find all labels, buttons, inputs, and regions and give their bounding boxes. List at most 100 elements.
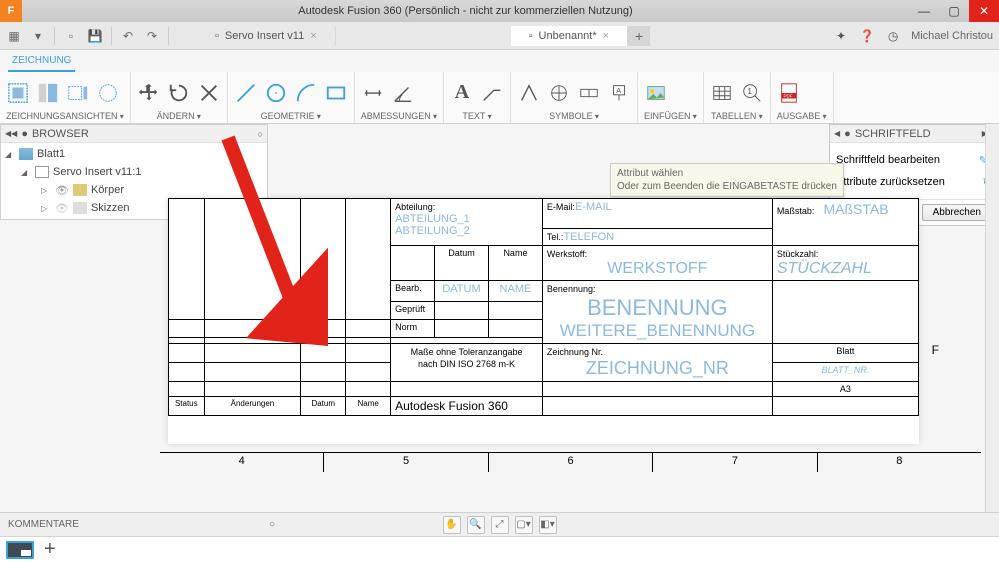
browser-title: BROWSER xyxy=(32,128,254,140)
move-icon[interactable] xyxy=(137,81,161,105)
ruler: 4 5 6 7 8 xyxy=(160,452,981,472)
datum-target-icon[interactable] xyxy=(547,81,571,105)
tree-item-bodies[interactable]: ▷ 👁 Körper xyxy=(1,181,267,199)
massstab-label: Maßstab: xyxy=(777,206,815,216)
clock-icon[interactable]: ◷ xyxy=(885,28,901,44)
visibility-icon[interactable]: 👁 xyxy=(55,202,69,215)
grid-icon[interactable]: ▦ xyxy=(6,28,22,44)
visibility-icon[interactable]: 👁 xyxy=(55,184,69,197)
bearb-name[interactable]: NAME xyxy=(488,281,542,302)
pin-icon[interactable]: ○ xyxy=(258,129,263,139)
werkstoff-value[interactable]: WERKSTOFF xyxy=(607,260,707,277)
ribbon-group-label[interactable]: GEOMETRIE xyxy=(234,111,348,121)
drawing-sheet[interactable]: Abteilung: ABTEILUNG_1 ABTEILUNG_2 E-Mai… xyxy=(168,198,919,444)
zoom-window-icon[interactable]: ⤢ xyxy=(491,516,509,534)
username-label[interactable]: Michael Christou xyxy=(911,30,993,42)
tel-value[interactable]: TELEFON xyxy=(563,231,614,243)
balloon-icon[interactable]: 1 xyxy=(740,81,764,105)
massstab-value[interactable]: MAßSTAB xyxy=(824,201,889,217)
new-icon[interactable]: ▫ xyxy=(63,28,79,44)
tree-toggle-icon[interactable]: ◢ xyxy=(21,168,31,177)
abteilung2-value[interactable]: ABTEILUNG_2 xyxy=(395,225,470,237)
notifications-icon[interactable]: ❓ xyxy=(859,28,875,44)
ribbon-group-label[interactable]: ABMESSUNGEN xyxy=(361,111,437,121)
line-icon[interactable] xyxy=(234,81,258,105)
rect-icon[interactable] xyxy=(324,81,348,105)
display-icon[interactable]: ◧▾ xyxy=(539,516,557,534)
sheet-thumbnail[interactable] xyxy=(6,541,34,559)
save-icon[interactable]: 💾 xyxy=(87,28,103,44)
collapse-icon[interactable]: ◀ xyxy=(834,129,840,138)
new-tab-button[interactable]: + xyxy=(628,26,650,46)
minimize-button[interactable]: — xyxy=(909,0,939,22)
table-icon[interactable] xyxy=(710,81,734,105)
arc-icon[interactable] xyxy=(294,81,318,105)
ribbon-group-label[interactable]: AUSGABE xyxy=(777,111,827,121)
tab-close-icon[interactable]: × xyxy=(603,30,609,42)
ribbon-tab-zeichnung[interactable]: ZEICHNUNG xyxy=(8,51,75,72)
fit-icon[interactable]: ▢▾ xyxy=(515,516,533,534)
tab-close-icon[interactable]: × xyxy=(310,30,316,42)
schriftfeld-reset-row[interactable]: Attribute zurücksetzen ↻ xyxy=(836,171,992,193)
delete-icon[interactable] xyxy=(197,81,221,105)
undo-icon[interactable]: ↶ xyxy=(120,28,136,44)
stueckzahl-value[interactable]: STÜCKZAHL xyxy=(777,260,872,277)
ribbon-group-label[interactable]: SYMBOLE xyxy=(517,111,631,121)
section-view-icon[interactable] xyxy=(66,81,90,105)
close-button[interactable]: ✕ xyxy=(969,0,999,22)
projected-view-icon[interactable] xyxy=(36,81,60,105)
image-icon[interactable] xyxy=(644,81,668,105)
quick-access-bar: ▦ ▾ ▫ 💾 ↶ ↷ ▫ Servo Insert v11 × ▫ Unben… xyxy=(0,22,999,50)
tree-toggle-icon[interactable]: ▷ xyxy=(41,204,51,213)
document-tab-unbenannt[interactable]: ▫ Unbenannt* × xyxy=(511,26,628,46)
ribbon-group-label[interactable]: TEXT xyxy=(450,111,504,121)
component-icon xyxy=(35,166,49,178)
scrollbar-vertical[interactable] xyxy=(985,124,999,512)
feature-frame-icon[interactable] xyxy=(577,81,601,105)
schriftfeld-edit-row[interactable]: Schriftfeld bearbeiten ✎▫ xyxy=(836,149,992,171)
base-view-icon[interactable] xyxy=(6,81,30,105)
angle-dim-icon[interactable] xyxy=(391,81,415,105)
email-value[interactable]: E-MAIL xyxy=(575,201,612,213)
bearb-datum[interactable]: DATUM xyxy=(435,281,489,302)
tree-toggle-icon[interactable]: ▷ xyxy=(41,186,51,195)
circle-icon[interactable] xyxy=(264,81,288,105)
file-icon[interactable]: ▾ xyxy=(30,28,46,44)
redo-icon[interactable]: ↷ xyxy=(144,28,160,44)
weitere-value[interactable]: WEITERE_BENENNUNG xyxy=(560,321,756,340)
pan-icon[interactable]: ✋ xyxy=(443,516,461,534)
document-tab-servo[interactable]: ▫ Servo Insert v11 × xyxy=(197,26,336,46)
zeichnungnr-value[interactable]: ZEICHNUNG_NR xyxy=(586,358,729,378)
comments-pin-icon[interactable]: ○ xyxy=(269,519,275,530)
leader-icon[interactable] xyxy=(480,81,504,105)
tree-toggle-icon[interactable]: ◢ xyxy=(5,150,15,159)
datum-icon[interactable]: A xyxy=(607,81,631,105)
status-header: Status xyxy=(169,397,205,416)
toleranz-line1: Maße ohne Toleranzangabe xyxy=(411,347,523,357)
rotate-icon[interactable] xyxy=(167,81,191,105)
ribbon-group-label[interactable]: TABELLEN xyxy=(710,111,764,121)
detail-view-icon[interactable] xyxy=(96,81,120,105)
titleblock[interactable]: Abteilung: ABTEILUNG_1 ABTEILUNG_2 E-Mai… xyxy=(168,198,919,416)
tree-root[interactable]: ◢ Blatt1 xyxy=(1,145,267,163)
dimension-icon[interactable] xyxy=(361,81,385,105)
zoom-icon[interactable]: 🔍 xyxy=(467,516,485,534)
ribbon-group-label[interactable]: ÄNDERN xyxy=(137,111,221,121)
benennung-value[interactable]: BENENNUNG xyxy=(587,295,728,320)
ribbon-group-label[interactable]: EINFÜGEN xyxy=(644,111,697,121)
blatt-value[interactable]: BLATT_NR. xyxy=(772,363,918,382)
abteilung1-value[interactable]: ABTEILUNG_1 xyxy=(395,213,470,225)
tree-item-servo[interactable]: ◢ Servo Insert v11:1 xyxy=(1,163,267,181)
pdf-icon[interactable]: PDF xyxy=(777,81,801,105)
extensions-icon[interactable]: ✦ xyxy=(833,28,849,44)
ribbon-group-text: A TEXT xyxy=(444,72,511,123)
collapse-icon[interactable]: ◀◀ xyxy=(5,129,17,138)
text-icon[interactable]: A xyxy=(450,81,474,105)
add-sheet-button[interactable]: + xyxy=(44,538,56,561)
app-icon: F xyxy=(0,0,22,22)
ruler-tick: 7 xyxy=(653,453,817,472)
cancel-button[interactable]: Abbrechen xyxy=(922,204,992,221)
ribbon-group-label[interactable]: ZEICHNUNGSANSICHTEN xyxy=(6,111,124,121)
surface-icon[interactable] xyxy=(517,81,541,105)
maximize-button[interactable]: ▢ xyxy=(939,0,969,22)
